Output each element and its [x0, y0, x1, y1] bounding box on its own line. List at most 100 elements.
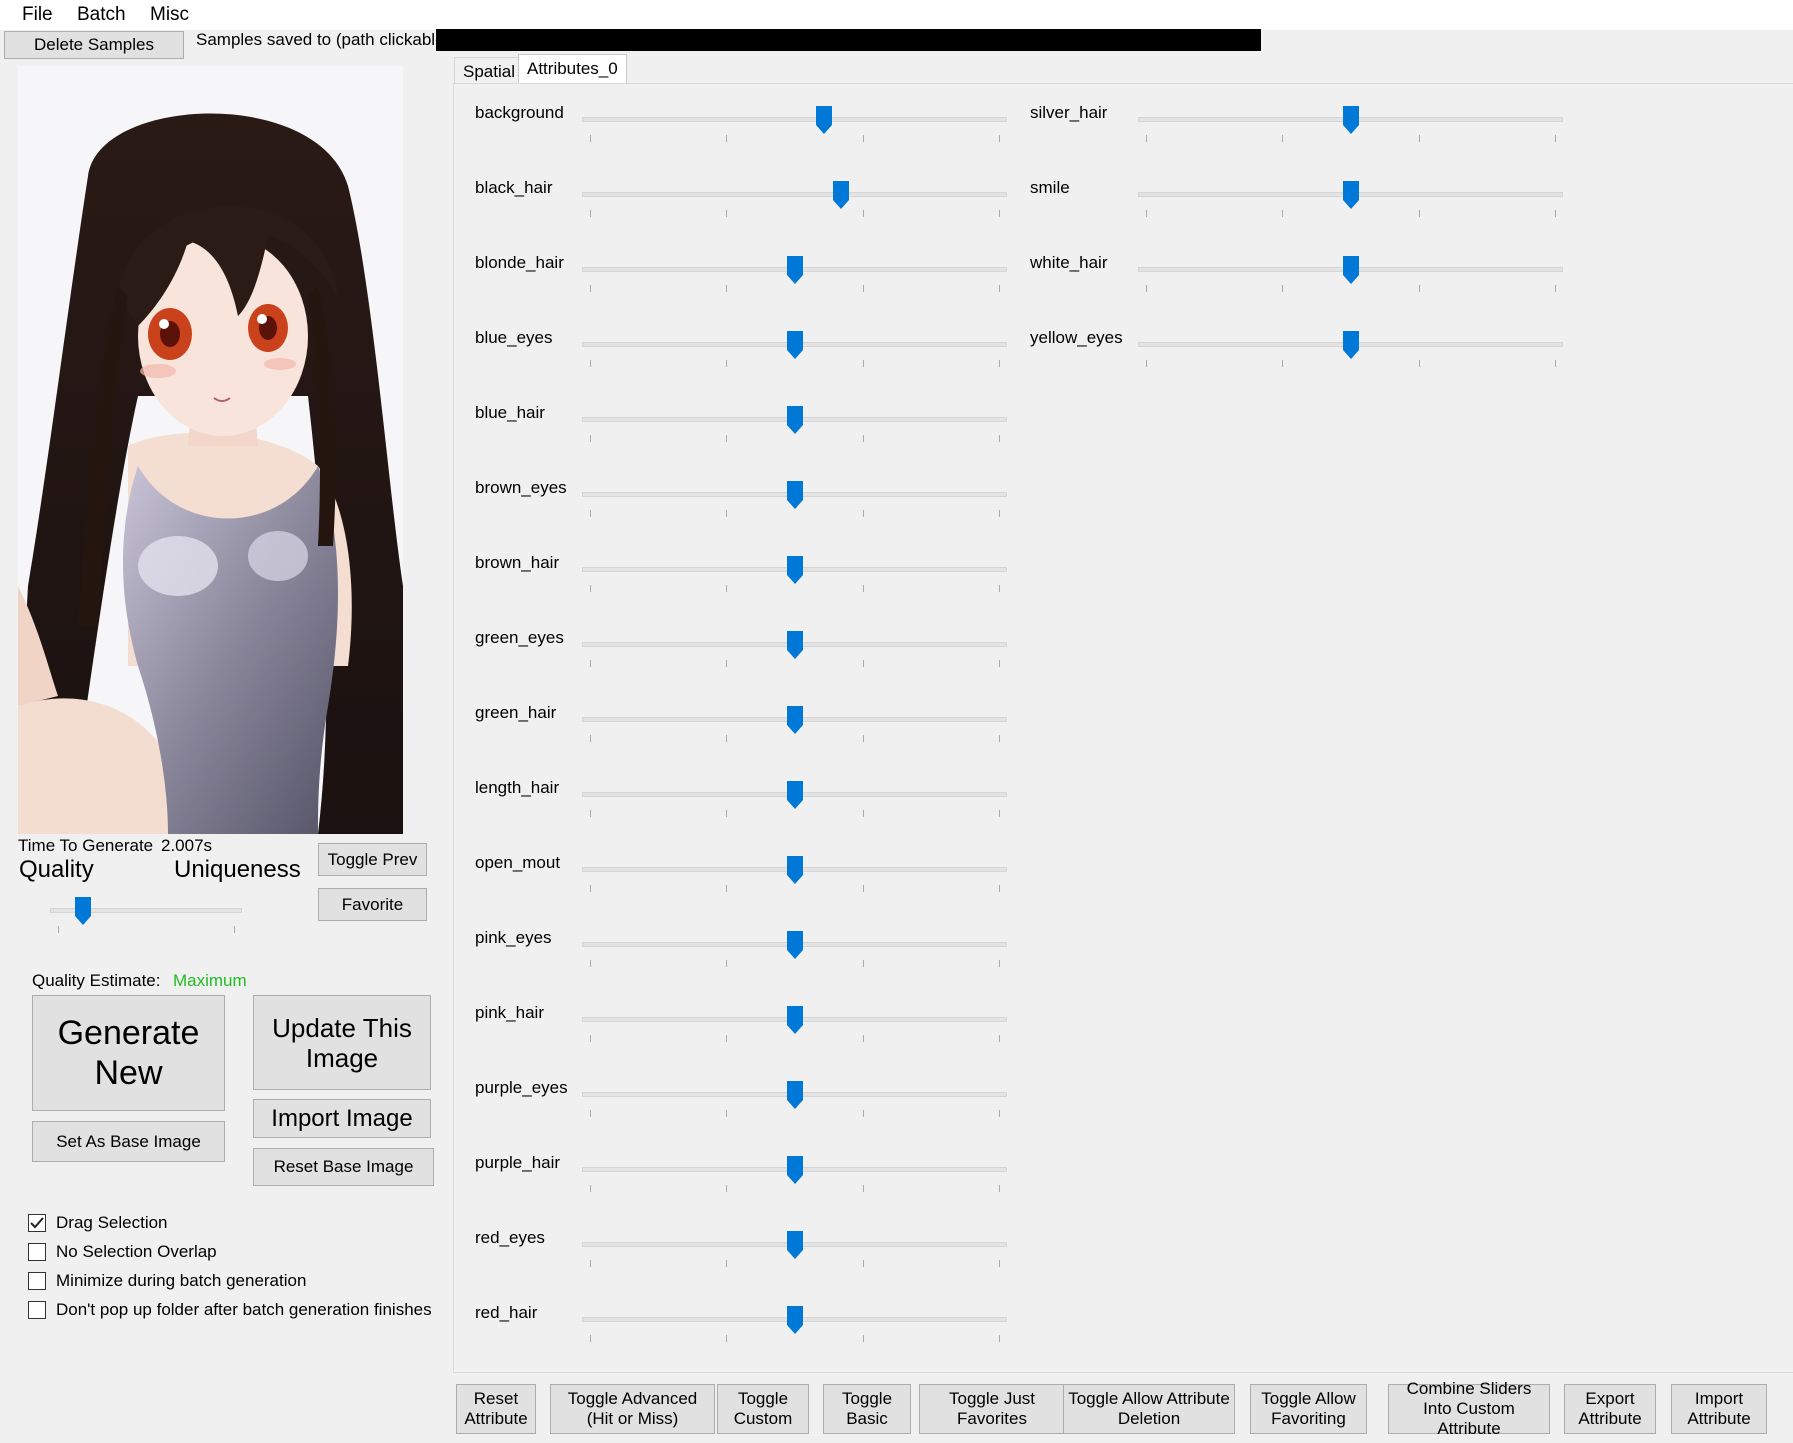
- toggle-prev-button[interactable]: Toggle Prev: [318, 843, 427, 876]
- menu-file[interactable]: File: [22, 4, 53, 26]
- option-checkbox[interactable]: [28, 1214, 46, 1232]
- option-checkbox[interactable]: [28, 1301, 46, 1319]
- bottom-button-toggle-just-favorites[interactable]: Toggle Just Favorites: [919, 1384, 1065, 1434]
- attribute-slider-green-eyes-tick: [726, 660, 728, 667]
- delete-samples-button[interactable]: Delete Samples: [4, 31, 184, 59]
- attribute-slider-purple-hair-tick: [726, 1185, 728, 1192]
- quality-slider-thumb[interactable]: [73, 896, 93, 926]
- attribute-slider-red-hair-thumb[interactable]: [785, 1305, 805, 1335]
- attribute-slider-yellow-eyes-tick: [1418, 360, 1420, 367]
- attribute-slider-purple-hair-tick: [590, 1185, 591, 1192]
- generate-new-button[interactable]: Generate New: [32, 995, 225, 1111]
- attribute-slider-open-mout-thumb[interactable]: [785, 855, 805, 885]
- option-checkbox[interactable]: [28, 1243, 46, 1261]
- attribute-slider-blonde-hair-thumb[interactable]: [785, 255, 805, 285]
- attribute-slider-blue-eyes-tick: [999, 360, 1000, 367]
- attribute-slider-brown-eyes-tick: [999, 510, 1000, 517]
- attribute-slider-red-hair-tick: [590, 1335, 591, 1342]
- generated-image[interactable]: [18, 66, 403, 834]
- attribute-slider-length-hair-tick: [590, 810, 591, 817]
- attribute-slider-blue-eyes-tick: [590, 360, 591, 367]
- portrait-illustration: [18, 66, 403, 834]
- bottom-button-export-attribute[interactable]: Export Attribute: [1564, 1384, 1656, 1434]
- attribute-label: green_eyes: [475, 628, 564, 647]
- attribute-slider-purple-eyes-tick: [862, 1110, 864, 1117]
- favorite-button[interactable]: Favorite: [318, 888, 427, 921]
- attribute-slider-yellow-eyes-thumb[interactable]: [1341, 330, 1361, 360]
- attribute-slider-black-hair-track[interactable]: [582, 192, 1007, 197]
- attribute-slider-brown-hair-thumb[interactable]: [785, 555, 805, 585]
- attribute-slider-pink-hair-tick: [999, 1035, 1000, 1042]
- bottom-button-reset-attribute[interactable]: Reset Attribute: [456, 1384, 536, 1434]
- attribute-slider-purple-eyes-tick: [726, 1110, 728, 1117]
- attribute-slider-silver-hair-tick: [1282, 135, 1284, 142]
- reset-base-image-button[interactable]: Reset Base Image: [253, 1148, 434, 1186]
- menu-misc[interactable]: Misc: [150, 4, 189, 26]
- attribute-slider-background-track[interactable]: [582, 117, 1007, 122]
- attribute-label: yellow_eyes: [1030, 328, 1123, 347]
- import-image-button[interactable]: Import Image: [253, 1099, 431, 1138]
- bottom-button-toggle-advanced-hit-or-miss[interactable]: Toggle Advanced (Hit or Miss): [550, 1384, 715, 1434]
- attribute-slider-red-eyes-tick: [590, 1260, 591, 1267]
- attribute-slider-brown-eyes-tick: [862, 510, 864, 517]
- quality-estimate-value: Maximum: [173, 971, 247, 990]
- attribute-slider-silver-hair-thumb[interactable]: [1341, 105, 1361, 135]
- attribute-slider-green-eyes-thumb[interactable]: [785, 630, 805, 660]
- attribute-slider-purple-hair-thumb[interactable]: [785, 1155, 805, 1185]
- attribute-slider-pink-hair-tick: [862, 1035, 864, 1042]
- attribute-slider-green-hair-thumb[interactable]: [785, 705, 805, 735]
- bottom-button-toggle-basic[interactable]: Toggle Basic: [823, 1384, 911, 1434]
- attribute-slider-pink-eyes-thumb[interactable]: [785, 930, 805, 960]
- attribute-slider-purple-eyes-thumb[interactable]: [785, 1080, 805, 1110]
- attribute-slider-red-eyes-thumb[interactable]: [785, 1230, 805, 1260]
- attribute-slider-length-hair-thumb[interactable]: [785, 780, 805, 810]
- attribute-slider-white-hair-thumb[interactable]: [1341, 255, 1361, 285]
- update-this-image-button[interactable]: Update This Image: [253, 995, 431, 1090]
- attribute-slider-white-hair-tick: [1282, 285, 1284, 292]
- attribute-slider-red-hair-tick: [726, 1335, 728, 1342]
- attribute-slider-blonde-hair-tick: [590, 285, 591, 292]
- attribute-slider-silver-hair-tick: [1418, 135, 1420, 142]
- attribute-slider-brown-hair-tick: [590, 585, 591, 592]
- attribute-slider-blue-eyes-thumb[interactable]: [785, 330, 805, 360]
- samples-path-link[interactable]: [436, 29, 1261, 51]
- set-as-base-image-button[interactable]: Set As Base Image: [32, 1121, 225, 1162]
- attribute-slider-yellow-eyes-tick: [1555, 360, 1556, 367]
- bottom-button-import-attribute[interactable]: Import Attribute: [1671, 1384, 1767, 1434]
- attribute-label: green_hair: [475, 703, 557, 722]
- attribute-label: blue_hair: [475, 403, 545, 422]
- tab-attributes-0[interactable]: Attributes_0: [518, 54, 627, 84]
- attribute-slider-brown-eyes-thumb[interactable]: [785, 480, 805, 510]
- attribute-label: smile: [1030, 178, 1070, 197]
- bottom-button-toggle-custom[interactable]: Toggle Custom: [717, 1384, 809, 1434]
- attribute-slider-pink-hair-thumb[interactable]: [785, 1005, 805, 1035]
- time-to-generate-value: 2.007s: [161, 836, 213, 855]
- quality-label: Quality: [19, 856, 94, 883]
- attribute-slider-green-eyes-tick: [862, 660, 864, 667]
- attribute-slider-blue-eyes-tick: [726, 360, 728, 367]
- attribute-slider-smile-tick: [1282, 210, 1284, 217]
- bottom-button-toggle-allow-attribute-deletion[interactable]: Toggle Allow Attribute Deletion: [1063, 1384, 1235, 1434]
- menu-batch[interactable]: Batch: [77, 4, 126, 26]
- attribute-label: red_hair: [475, 1303, 538, 1322]
- attribute-slider-purple-eyes-tick: [590, 1110, 591, 1117]
- attribute-slider-black-hair-thumb[interactable]: [831, 180, 851, 210]
- bottom-button-combine-sliders-into-custom-attribute[interactable]: Combine Sliders Into Custom Attribute: [1388, 1379, 1550, 1438]
- option-checkbox[interactable]: [28, 1272, 46, 1290]
- attribute-slider-length-hair-tick: [726, 810, 728, 817]
- attribute-slider-green-hair-tick: [590, 735, 591, 742]
- quality-slider-tick: [234, 926, 235, 933]
- bottom-button-toggle-allow-favoriting[interactable]: Toggle Allow Favoriting: [1250, 1384, 1367, 1434]
- attribute-slider-background-tick: [590, 135, 591, 142]
- tab-spatial[interactable]: Spatial: [454, 57, 524, 84]
- attribute-slider-red-eyes-tick: [999, 1260, 1000, 1267]
- attribute-slider-blue-hair-thumb[interactable]: [785, 405, 805, 435]
- attribute-label: length_hair: [475, 778, 560, 797]
- attribute-slider-background-thumb[interactable]: [814, 105, 834, 135]
- attribute-slider-red-eyes-tick: [726, 1260, 728, 1267]
- quality-uniqueness-slider[interactable]: [50, 896, 242, 938]
- attribute-label: silver_hair: [1030, 103, 1108, 122]
- attribute-slider-pink-eyes-tick: [726, 960, 728, 967]
- attribute-slider-smile-thumb[interactable]: [1341, 180, 1361, 210]
- attribute-slider-brown-hair-tick: [862, 585, 864, 592]
